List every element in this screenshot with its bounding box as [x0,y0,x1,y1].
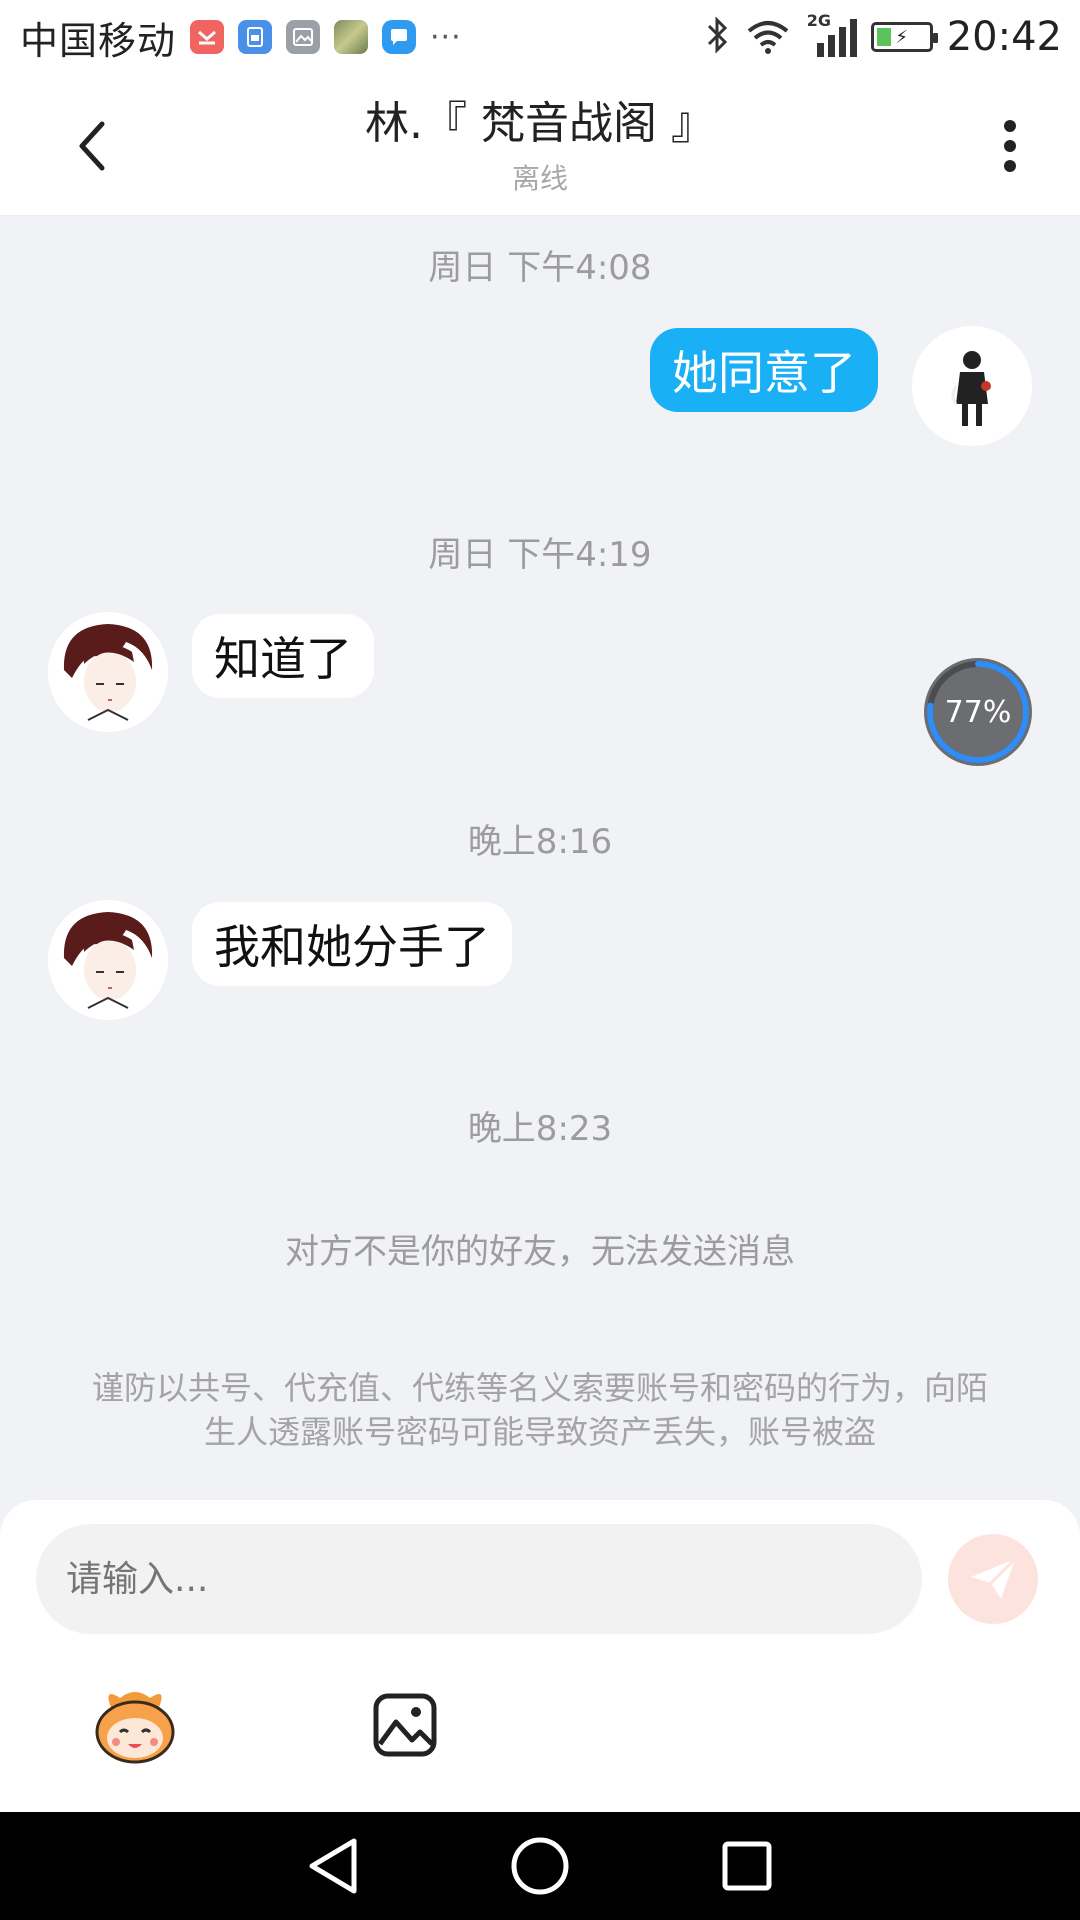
message-timestamp: 周日 下午4:08 [428,248,652,288]
wifi-icon [745,15,791,59]
nav-home-button[interactable] [505,1831,575,1901]
nav-recents-button[interactable] [712,1831,782,1901]
back-button[interactable] [62,116,122,176]
status-bar-right: 2G ⚡ 20:42 [703,11,1062,60]
status-bar: 中国移动 ··· 2G ⚡ 20:42 [0,0,1080,74]
message-timestamp: 晚上8:23 [467,1109,613,1149]
chat-icon [382,20,417,54]
circle-home-icon [511,1837,569,1895]
anime-boy-avatar-icon [48,612,168,732]
paper-plane-icon [971,1557,1017,1599]
image-picker-button[interactable] [360,1680,450,1770]
image-thumbnail-icon [334,20,369,54]
status-bar-left: 中国移动 ··· [20,10,462,65]
floating-progress-ball[interactable]: 77% [924,658,1032,766]
sim-icon [238,20,273,54]
my-avatar[interactable] [912,326,1032,446]
image-icon [373,1693,437,1757]
square-recents-icon [722,1841,772,1891]
message-text: 我和她分手了 [214,920,490,974]
contact-status: 离线 [511,161,568,195]
incoming-message-bubble[interactable]: 我和她分手了 [192,902,512,986]
message-text: 她同意了 [672,346,856,400]
gallery-icon [286,20,321,54]
contact-name: 林.『 梵音战阁 』 [365,97,715,149]
bluetooth-icon [703,15,731,59]
progress-label: 77% [944,694,1012,730]
title-wrap: 林.『 梵音战阁 』 离线 [365,87,715,197]
security-warning: 谨防以共号、代充值、代练等名义索要账号和密码的行为，向陌生人透露账号密码可能导致… [91,1369,988,1451]
contact-avatar[interactable] [48,612,168,732]
clock: 20:42 [946,14,1062,60]
sticker-button[interactable] [90,1680,180,1770]
character-avatar-icon [912,326,1032,446]
outgoing-message-bubble[interactable]: 她同意了 [650,328,878,412]
message-input[interactable] [36,1524,922,1634]
system-navigation-bar [0,1812,1080,1920]
message-timestamp: 晚上8:16 [467,822,613,862]
vertical-dots-icon [1004,120,1016,172]
system-notice: 对方不是你的好友，无法发送消息 [285,1232,795,1272]
message-text: 知道了 [214,632,352,686]
contact-avatar[interactable] [48,900,168,1020]
signal-icon: 2G [805,11,857,59]
anime-boy-avatar-icon [48,900,168,1020]
battery-icon: ⚡ [870,22,938,52]
nav-back-button[interactable] [298,1831,368,1901]
carrier-name: 中国移动 [20,18,177,63]
more-notifications-icon: ··· [430,19,462,55]
chat-header: 林.『 梵音战阁 』 离线 [0,74,1080,216]
send-button[interactable] [948,1534,1038,1624]
more-options-button[interactable] [980,116,1040,176]
mascot-emoji-icon [95,1692,175,1764]
chevron-left-icon [79,121,105,171]
triangle-back-icon [309,1838,357,1894]
message-timestamp: 周日 下午4:19 [428,535,652,575]
incoming-message-bubble[interactable]: 知道了 [192,614,374,698]
missed-call-icon [190,20,225,54]
input-panel [0,1500,1080,1812]
